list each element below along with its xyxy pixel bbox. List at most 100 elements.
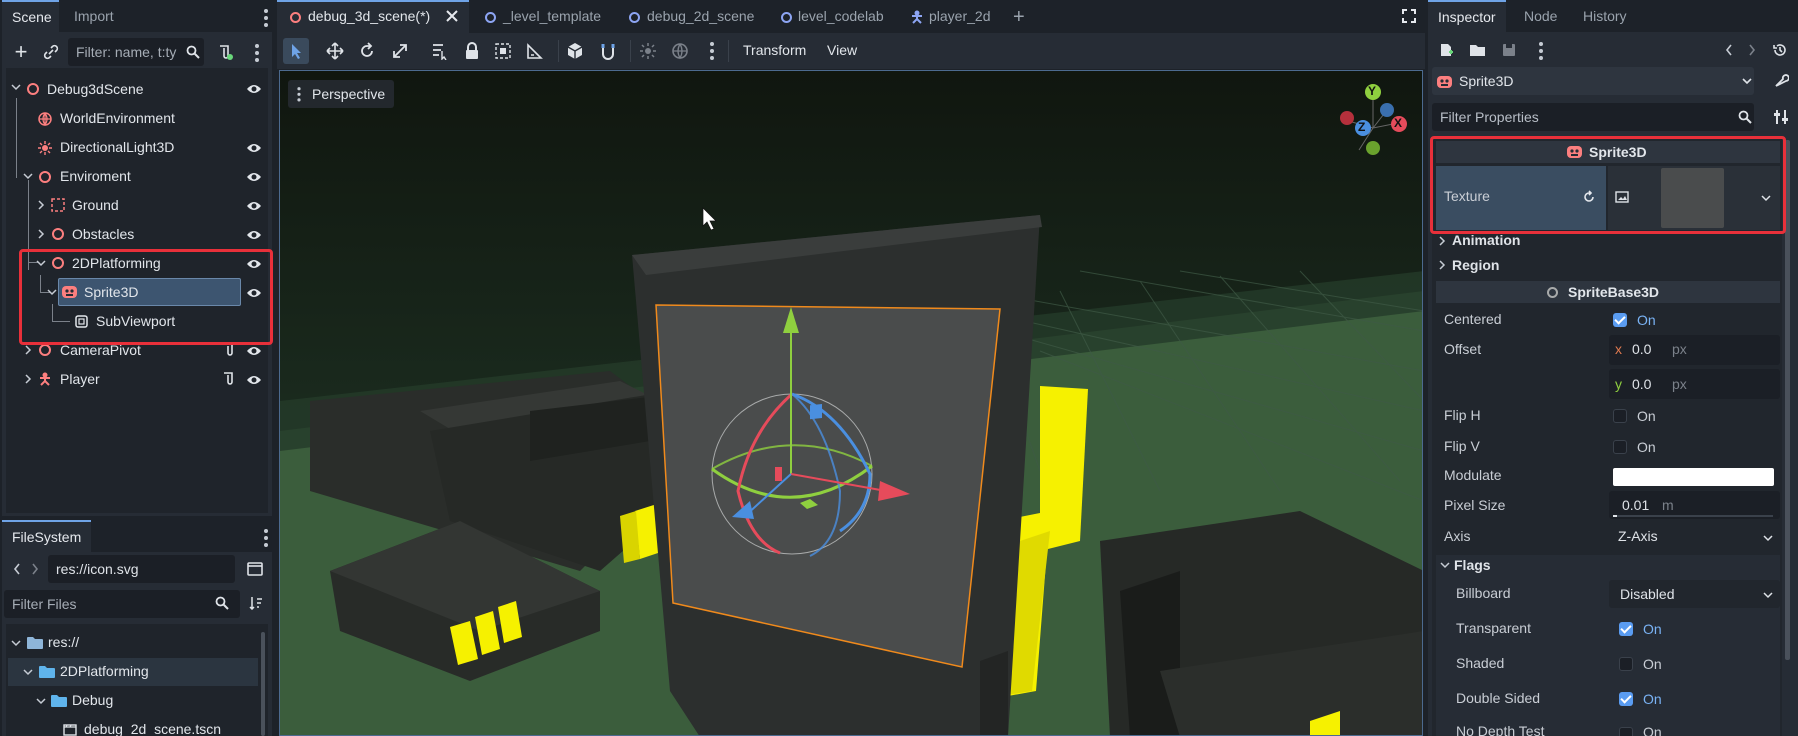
history-forward-icon[interactable] (1747, 43, 1757, 57)
script-icon[interactable] (222, 372, 234, 386)
tree-item-2dplatforming[interactable]: 2DPlatforming (72, 250, 161, 276)
chevron-right-icon[interactable] (1438, 236, 1446, 246)
visibility-eye-icon[interactable] (246, 171, 262, 183)
tree-item-directionallight3d[interactable]: DirectionalLight3D (60, 134, 174, 160)
close-icon[interactable] (446, 10, 458, 22)
move-tool-icon[interactable] (326, 42, 344, 60)
visibility-eye-icon[interactable] (246, 83, 262, 95)
select-tool-icon[interactable] (283, 38, 309, 64)
texture-preview[interactable] (1661, 168, 1724, 228)
tree-item-camerapivot[interactable]: CameraPivot (60, 337, 141, 363)
view-menu[interactable]: View (827, 37, 857, 63)
tab-level-template[interactable]: _level_template (503, 3, 601, 29)
back-arrow-icon[interactable] (12, 562, 22, 576)
filesystem-menu-icon[interactable] (264, 529, 268, 550)
tab-debug-2d-scene[interactable]: debug_2d_scene (647, 3, 754, 29)
shaded-checkbox[interactable] (1619, 657, 1633, 671)
chevron-down-icon[interactable] (1742, 76, 1752, 86)
centered-checkbox[interactable] (1613, 313, 1627, 327)
chevron-right-icon[interactable] (1438, 260, 1446, 270)
rotate-tool-icon[interactable] (358, 42, 376, 60)
chevron-down-icon[interactable] (1763, 590, 1773, 600)
chevron-right-icon[interactable] (36, 229, 46, 239)
sort-icon[interactable] (249, 596, 263, 610)
group-region[interactable]: Region (1452, 257, 1499, 273)
tree-item-subviewport[interactable]: SubViewport (96, 308, 175, 334)
chevron-down-icon[interactable] (11, 638, 21, 648)
tools-icon[interactable] (1773, 109, 1789, 125)
tab-import[interactable]: Import (64, 0, 124, 32)
chevron-right-icon[interactable] (23, 345, 33, 355)
tab-scene[interactable]: Scene (2, 0, 59, 32)
filter-files-input[interactable]: Filter Files (4, 590, 240, 618)
fs-item-res[interactable]: res:// (48, 629, 79, 655)
tree-item-obstacles[interactable]: Obstacles (72, 221, 134, 247)
inspector-menu-icon[interactable] (1539, 42, 1543, 63)
tab-history[interactable]: History (1573, 0, 1637, 32)
filesystem-scrollbar[interactable] (261, 632, 265, 736)
chevron-down-icon[interactable] (11, 82, 21, 92)
group-flags[interactable]: Flags (1454, 557, 1491, 573)
new-resource-icon[interactable] (1439, 43, 1453, 57)
add-tab-icon[interactable]: + (1013, 7, 1025, 27)
environment-preview-icon[interactable] (671, 42, 689, 60)
visibility-eye-icon[interactable] (246, 200, 262, 212)
add-node-icon[interactable]: + (10, 39, 32, 64)
chevron-down-icon[interactable] (36, 258, 46, 268)
save-icon[interactable] (1502, 43, 1516, 57)
local-space-icon[interactable] (566, 42, 584, 60)
tab-node[interactable]: Node (1514, 0, 1567, 32)
attach-script-icon[interactable] (214, 41, 236, 63)
tree-item-sprite3d[interactable]: Sprite3D (84, 279, 138, 305)
flip-v-checkbox[interactable] (1613, 440, 1627, 454)
pixel-size-slider[interactable] (1613, 515, 1773, 517)
chevron-down-icon[interactable] (1763, 533, 1773, 543)
chevron-down-icon[interactable] (47, 287, 57, 297)
visibility-eye-icon[interactable] (246, 142, 262, 154)
visibility-eye-icon[interactable] (246, 374, 262, 386)
snap-icon[interactable] (599, 42, 617, 60)
no-depth-test-checkbox[interactable] (1619, 727, 1633, 736)
open-folder-icon[interactable] (1470, 43, 1486, 57)
tab-filesystem[interactable]: FileSystem (2, 520, 92, 552)
ruler-icon[interactable] (526, 42, 544, 60)
modulate-color-swatch[interactable] (1613, 468, 1774, 486)
visibility-eye-icon[interactable] (246, 345, 262, 357)
tree-item-ground[interactable]: Ground (72, 192, 119, 218)
filesystem-path-input[interactable]: res://icon.svg (48, 555, 235, 583)
orientation-gizmo[interactable]: Y X Z (1333, 80, 1413, 160)
chevron-down-icon[interactable] (36, 696, 46, 706)
scale-tool-icon[interactable] (391, 42, 409, 60)
history-back-icon[interactable] (1724, 43, 1734, 57)
group-icon[interactable] (494, 42, 512, 60)
list-select-icon[interactable] (431, 42, 449, 60)
visibility-eye-icon[interactable] (246, 287, 262, 299)
script-icon[interactable] (222, 343, 234, 357)
scene-tree-menu-icon[interactable] (255, 44, 259, 65)
tab-player-2d[interactable]: player_2d (929, 3, 991, 29)
distraction-free-icon[interactable] (1402, 9, 1416, 23)
filter-properties-input[interactable]: Filter Properties (1432, 103, 1754, 131)
double-sided-checkbox[interactable] (1619, 692, 1633, 706)
transform-menu[interactable]: Transform (743, 37, 806, 63)
object-settings-icon[interactable] (1773, 74, 1789, 90)
viewport-options-icon[interactable] (710, 42, 714, 63)
tree-item-player[interactable]: Player (60, 366, 100, 392)
sun-preview-icon[interactable] (639, 42, 657, 60)
flip-h-checkbox[interactable] (1613, 409, 1627, 423)
chevron-right-icon[interactable] (23, 374, 33, 384)
history-icon[interactable] (1772, 42, 1788, 58)
3d-viewport[interactable] (279, 70, 1423, 736)
chevron-down-icon[interactable] (23, 171, 33, 181)
reset-icon[interactable] (1582, 190, 1596, 204)
tree-item-enviroment[interactable]: Enviroment (60, 163, 131, 189)
tree-item-worldenvironment[interactable]: WorldEnvironment (60, 105, 175, 131)
tab-inspector[interactable]: Inspector (1428, 0, 1506, 32)
fs-item-debug[interactable]: Debug (72, 687, 113, 713)
chevron-down-icon[interactable] (23, 667, 33, 677)
scene-dock-menu-icon[interactable] (264, 9, 268, 30)
tree-item-debug3dscene[interactable]: Debug3dScene (47, 76, 144, 102)
chevron-right-icon[interactable] (36, 200, 46, 210)
inspector-scrollbar[interactable] (1785, 140, 1790, 660)
split-view-icon[interactable] (247, 562, 263, 576)
